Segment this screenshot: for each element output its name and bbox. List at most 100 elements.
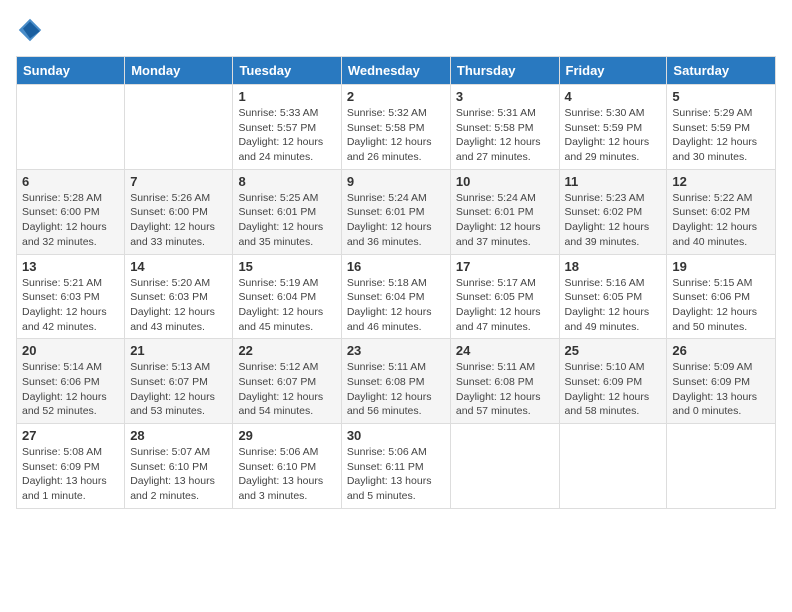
calendar-cell: 10 Sunrise: 5:24 AM Sunset: 6:01 PM Dayli… bbox=[450, 169, 559, 254]
calendar-week-row: 1 Sunrise: 5:33 AM Sunset: 5:57 PM Daylig… bbox=[17, 85, 776, 170]
day-number: 17 bbox=[456, 259, 554, 274]
day-info: Sunrise: 5:32 AM Sunset: 5:58 PM Dayligh… bbox=[347, 106, 445, 165]
calendar-cell: 2 Sunrise: 5:32 AM Sunset: 5:58 PM Daylig… bbox=[341, 85, 450, 170]
day-info: Sunrise: 5:19 AM Sunset: 6:04 PM Dayligh… bbox=[238, 276, 335, 335]
day-number: 3 bbox=[456, 89, 554, 104]
calendar-cell: 1 Sunrise: 5:33 AM Sunset: 5:57 PM Daylig… bbox=[233, 85, 341, 170]
day-number: 4 bbox=[565, 89, 662, 104]
day-number: 1 bbox=[238, 89, 335, 104]
day-info: Sunrise: 5:15 AM Sunset: 6:06 PM Dayligh… bbox=[672, 276, 770, 335]
calendar-cell bbox=[17, 85, 125, 170]
calendar-cell: 14Sunrise: 5:20 AM Sunset: 6:03 PM Dayli… bbox=[125, 254, 233, 339]
day-number: 28 bbox=[130, 428, 227, 443]
calendar-cell: 22Sunrise: 5:12 AM Sunset: 6:07 PM Dayli… bbox=[233, 339, 341, 424]
day-number: 13 bbox=[22, 259, 119, 274]
calendar-cell bbox=[559, 424, 667, 509]
generalblue-logo-icon bbox=[16, 16, 44, 44]
calendar-week-row: 27 Sunrise: 5:08 AM Sunset: 6:09 PM Dayli… bbox=[17, 424, 776, 509]
day-number: 6 bbox=[22, 174, 119, 189]
calendar-cell: 9 Sunrise: 5:24 AM Sunset: 6:01 PM Daylig… bbox=[341, 169, 450, 254]
day-number: 2 bbox=[347, 89, 445, 104]
calendar-cell: 4 Sunrise: 5:30 AM Sunset: 5:59 PM Daylig… bbox=[559, 85, 667, 170]
calendar-week-row: 6 Sunrise: 5:28 AM Sunset: 6:00 PM Daylig… bbox=[17, 169, 776, 254]
day-info: Sunrise: 5:18 AM Sunset: 6:04 PM Dayligh… bbox=[347, 276, 445, 335]
calendar-cell: 16 Sunrise: 5:18 AM Sunset: 6:04 PM Dayli… bbox=[341, 254, 450, 339]
day-number: 12 bbox=[672, 174, 770, 189]
calendar-cell: 6 Sunrise: 5:28 AM Sunset: 6:00 PM Daylig… bbox=[17, 169, 125, 254]
day-info: Sunrise: 5:09 AM Sunset: 6:09 PM Dayligh… bbox=[672, 360, 770, 419]
day-number: 11 bbox=[565, 174, 662, 189]
day-number: 10 bbox=[456, 174, 554, 189]
day-number: 30 bbox=[347, 428, 445, 443]
calendar-week-row: 13 Sunrise: 5:21 AM Sunset: 6:03 PM Dayli… bbox=[17, 254, 776, 339]
calendar-cell bbox=[667, 424, 776, 509]
day-info: Sunrise: 5:08 AM Sunset: 6:09 PM Dayligh… bbox=[22, 445, 119, 504]
header bbox=[16, 16, 776, 44]
calendar-cell: 26 Sunrise: 5:09 AM Sunset: 6:09 PM Dayli… bbox=[667, 339, 776, 424]
day-number: 9 bbox=[347, 174, 445, 189]
calendar-cell: 21 Sunrise: 5:13 AM Sunset: 6:07 PM Dayli… bbox=[125, 339, 233, 424]
calendar-cell: 12 Sunrise: 5:22 AM Sunset: 6:02 PM Dayli… bbox=[667, 169, 776, 254]
calendar-cell: 8Sunrise: 5:25 AM Sunset: 6:01 PM Daylig… bbox=[233, 169, 341, 254]
day-info: Sunrise: 5:13 AM Sunset: 6:07 PM Dayligh… bbox=[130, 360, 227, 419]
calendar-cell: 19Sunrise: 5:15 AM Sunset: 6:06 PM Dayli… bbox=[667, 254, 776, 339]
calendar-cell: 30 Sunrise: 5:06 AM Sunset: 6:11 PM Dayli… bbox=[341, 424, 450, 509]
day-header-sunday: Sunday bbox=[17, 57, 125, 85]
day-info: Sunrise: 5:24 AM Sunset: 6:01 PM Dayligh… bbox=[456, 191, 554, 250]
day-info: Sunrise: 5:30 AM Sunset: 5:59 PM Dayligh… bbox=[565, 106, 662, 165]
calendar-table: SundayMondayTuesdayWednesdayThursdayFrid… bbox=[16, 56, 776, 509]
day-header-saturday: Saturday bbox=[667, 57, 776, 85]
day-header-monday: Monday bbox=[125, 57, 233, 85]
day-number: 29 bbox=[238, 428, 335, 443]
day-number: 18 bbox=[565, 259, 662, 274]
day-number: 26 bbox=[672, 343, 770, 358]
day-number: 5 bbox=[672, 89, 770, 104]
day-info: Sunrise: 5:06 AM Sunset: 6:10 PM Dayligh… bbox=[238, 445, 335, 504]
day-number: 27 bbox=[22, 428, 119, 443]
day-number: 21 bbox=[130, 343, 227, 358]
day-info: Sunrise: 5:22 AM Sunset: 6:02 PM Dayligh… bbox=[672, 191, 770, 250]
day-info: Sunrise: 5:29 AM Sunset: 5:59 PM Dayligh… bbox=[672, 106, 770, 165]
day-header-thursday: Thursday bbox=[450, 57, 559, 85]
day-info: Sunrise: 5:26 AM Sunset: 6:00 PM Dayligh… bbox=[130, 191, 227, 250]
day-number: 8 bbox=[238, 174, 335, 189]
day-number: 22 bbox=[238, 343, 335, 358]
day-info: Sunrise: 5:21 AM Sunset: 6:03 PM Dayligh… bbox=[22, 276, 119, 335]
day-number: 7 bbox=[130, 174, 227, 189]
calendar-week-row: 20 Sunrise: 5:14 AM Sunset: 6:06 PM Dayli… bbox=[17, 339, 776, 424]
calendar-cell bbox=[450, 424, 559, 509]
day-info: Sunrise: 5:23 AM Sunset: 6:02 PM Dayligh… bbox=[565, 191, 662, 250]
calendar-header-row: SundayMondayTuesdayWednesdayThursdayFrid… bbox=[17, 57, 776, 85]
day-info: Sunrise: 5:28 AM Sunset: 6:00 PM Dayligh… bbox=[22, 191, 119, 250]
day-info: Sunrise: 5:17 AM Sunset: 6:05 PM Dayligh… bbox=[456, 276, 554, 335]
calendar-cell: 5 Sunrise: 5:29 AM Sunset: 5:59 PM Daylig… bbox=[667, 85, 776, 170]
calendar-cell: 18 Sunrise: 5:16 AM Sunset: 6:05 PM Dayli… bbox=[559, 254, 667, 339]
day-header-tuesday: Tuesday bbox=[233, 57, 341, 85]
day-info: Sunrise: 5:16 AM Sunset: 6:05 PM Dayligh… bbox=[565, 276, 662, 335]
calendar-cell: 29 Sunrise: 5:06 AM Sunset: 6:10 PM Dayli… bbox=[233, 424, 341, 509]
day-info: Sunrise: 5:11 AM Sunset: 6:08 PM Dayligh… bbox=[347, 360, 445, 419]
day-header-friday: Friday bbox=[559, 57, 667, 85]
day-number: 24 bbox=[456, 343, 554, 358]
calendar-cell bbox=[125, 85, 233, 170]
day-info: Sunrise: 5:07 AM Sunset: 6:10 PM Dayligh… bbox=[130, 445, 227, 504]
day-info: Sunrise: 5:06 AM Sunset: 6:11 PM Dayligh… bbox=[347, 445, 445, 504]
calendar-cell: 25Sunrise: 5:10 AM Sunset: 6:09 PM Dayli… bbox=[559, 339, 667, 424]
calendar-cell: 27 Sunrise: 5:08 AM Sunset: 6:09 PM Dayli… bbox=[17, 424, 125, 509]
day-number: 15 bbox=[238, 259, 335, 274]
day-info: Sunrise: 5:20 AM Sunset: 6:03 PM Dayligh… bbox=[130, 276, 227, 335]
calendar-cell: 20 Sunrise: 5:14 AM Sunset: 6:06 PM Dayli… bbox=[17, 339, 125, 424]
day-header-wednesday: Wednesday bbox=[341, 57, 450, 85]
logo bbox=[16, 16, 48, 44]
day-number: 20 bbox=[22, 343, 119, 358]
calendar-cell: 3Sunrise: 5:31 AM Sunset: 5:58 PM Daylig… bbox=[450, 85, 559, 170]
day-info: Sunrise: 5:24 AM Sunset: 6:01 PM Dayligh… bbox=[347, 191, 445, 250]
day-info: Sunrise: 5:14 AM Sunset: 6:06 PM Dayligh… bbox=[22, 360, 119, 419]
day-number: 16 bbox=[347, 259, 445, 274]
day-info: Sunrise: 5:10 AM Sunset: 6:09 PM Dayligh… bbox=[565, 360, 662, 419]
calendar-cell: 15 Sunrise: 5:19 AM Sunset: 6:04 PM Dayli… bbox=[233, 254, 341, 339]
day-info: Sunrise: 5:11 AM Sunset: 6:08 PM Dayligh… bbox=[456, 360, 554, 419]
calendar-cell: 17 Sunrise: 5:17 AM Sunset: 6:05 PM Dayli… bbox=[450, 254, 559, 339]
calendar-cell: 23Sunrise: 5:11 AM Sunset: 6:08 PM Dayli… bbox=[341, 339, 450, 424]
day-info: Sunrise: 5:33 AM Sunset: 5:57 PM Dayligh… bbox=[238, 106, 335, 165]
